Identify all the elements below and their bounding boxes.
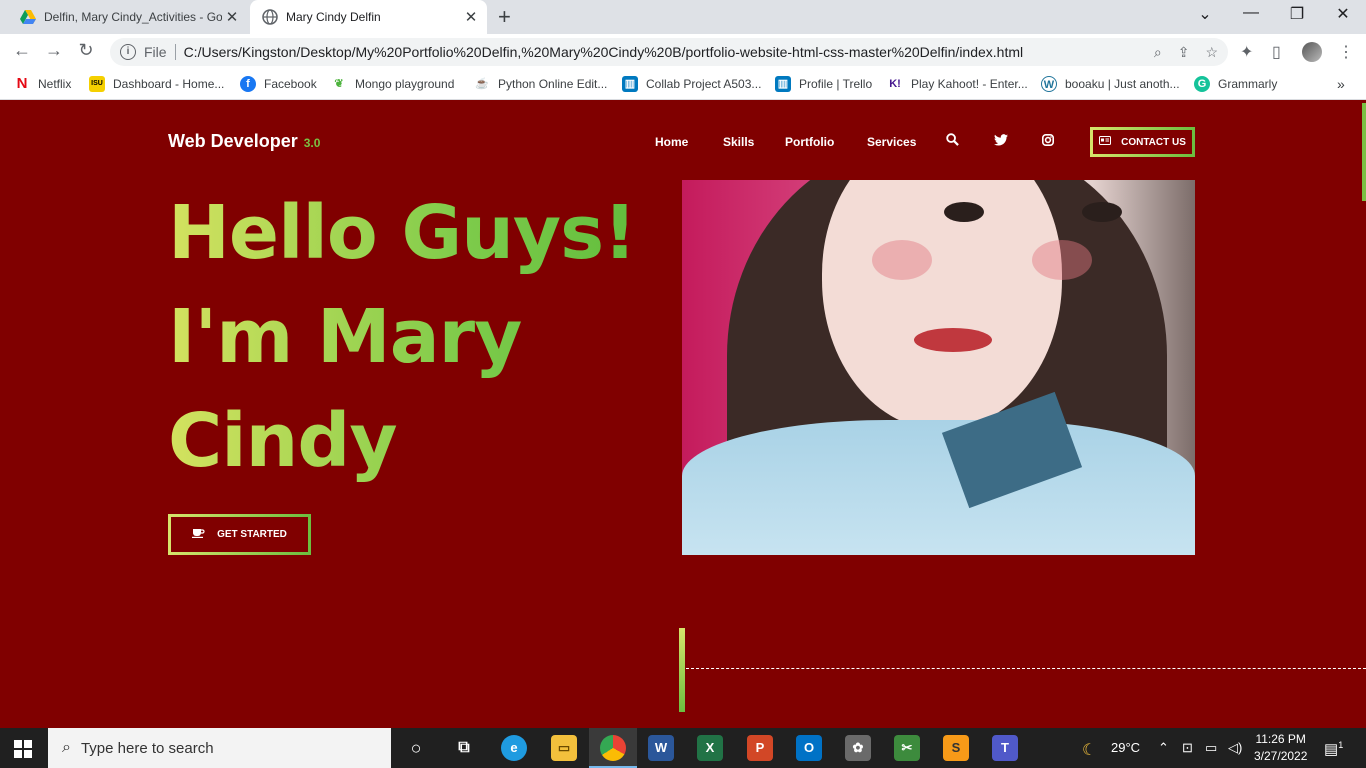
bookmark-trello[interactable]: ▥ Profile | Trello <box>775 76 872 92</box>
clock-date: 3/27/2022 <box>1254 749 1308 763</box>
clock-time: 11:26 PM <box>1255 732 1306 746</box>
more-bookmarks-icon[interactable]: » <box>1337 76 1345 92</box>
get-started-button[interactable]: GET STARTED <box>168 514 311 555</box>
edge-icon[interactable]: e <box>501 735 527 761</box>
id-card-icon <box>1099 136 1112 148</box>
extensions-icon[interactable]: ✦ <box>1240 42 1253 62</box>
excel-icon[interactable]: X <box>697 735 723 761</box>
powerpoint-icon[interactable]: P <box>747 735 773 761</box>
mongo-icon: ❦ <box>331 76 347 92</box>
contact-us-button[interactable]: CONTACT US <box>1090 127 1195 157</box>
weather-temp[interactable]: 29°C <box>1111 740 1140 755</box>
portfolio-page: Web Developer 3.0 Home Skills Portfolio S… <box>0 103 1366 728</box>
instagram-icon[interactable] <box>1042 133 1054 149</box>
coffee-icon <box>192 528 205 541</box>
decorative-bar <box>679 628 685 712</box>
nav-portfolio[interactable]: Portfolio <box>785 135 834 149</box>
kahoot-icon: K! <box>887 76 903 92</box>
reload-icon[interactable]: ↻ <box>74 40 98 61</box>
forward-icon[interactable]: → <box>42 40 66 61</box>
show-hidden-icons-icon[interactable]: ⌃ <box>1158 740 1169 756</box>
teams-icon[interactable]: T <box>992 735 1018 761</box>
file-explorer-icon[interactable]: ▭ <box>551 735 577 761</box>
logo-version: 3.0 <box>303 136 321 150</box>
facebook-icon: f <box>240 76 256 92</box>
cortana-icon[interactable]: ○ <box>403 735 429 761</box>
windows-start-icon[interactable] <box>14 740 32 758</box>
nav-home[interactable]: Home <box>655 135 688 149</box>
scheme-label: File <box>144 44 167 60</box>
weather-icon: ☾ <box>1082 742 1097 759</box>
bookmark-dashboard[interactable]: ISU Dashboard - Home... <box>89 76 224 92</box>
zoom-icon[interactable]: ⌕ <box>1154 44 1162 61</box>
task-view-icon[interactable]: ⧉ <box>451 735 477 761</box>
close-tab-icon[interactable]: ✕ <box>222 8 242 26</box>
netflix-icon: N <box>14 76 30 92</box>
nav-skills[interactable]: Skills <box>723 135 754 149</box>
bookmark-collab[interactable]: ▥ Collab Project A503... <box>622 76 761 92</box>
search-icon: ⌕ <box>62 739 71 756</box>
scrollbar[interactable] <box>1362 103 1366 201</box>
minimize-button[interactable]: — <box>1239 4 1263 22</box>
bookmark-booaku[interactable]: Wbooaku | Just anoth... <box>1041 76 1180 92</box>
trello-icon: ▥ <box>775 76 791 92</box>
address-bar[interactable]: i File C:/Users/Kingston/Desktop/My%20Po… <box>110 38 1228 66</box>
search-icon[interactable] <box>946 133 959 149</box>
bookmark-netflix[interactable]: N Netflix <box>14 76 71 92</box>
notification-count: 1 <box>1338 740 1344 750</box>
tab-search-icon[interactable]: ⌄ <box>1193 4 1217 24</box>
system-clock[interactable]: 11:26 PM 3/27/2022 <box>1254 731 1307 765</box>
new-tab-button[interactable]: + <box>498 5 511 29</box>
hero-line: Cindy <box>168 398 397 484</box>
google-drive-icon <box>20 9 36 25</box>
profile-photo <box>682 180 1195 555</box>
network-icon[interactable]: ⊡ <box>1182 740 1193 756</box>
twitter-icon[interactable] <box>994 133 1008 149</box>
url-text[interactable]: C:/Users/Kingston/Desktop/My%20Portfolio… <box>184 44 1024 60</box>
tab-portfolio[interactable]: Mary Cindy Delfin ✕ <box>250 0 487 34</box>
bookmark-mongo[interactable]: ❦ Mongo playground <box>331 76 454 92</box>
snipping-tool-icon[interactable]: ✂ <box>894 735 920 761</box>
tab-title: Delfin, Mary Cindy_Activities - Go <box>44 10 222 24</box>
trello-icon: ▥ <box>622 76 638 92</box>
tab-activities[interactable]: Delfin, Mary Cindy_Activities - Go ✕ <box>8 0 248 34</box>
bookmark-star-icon[interactable]: ☆ <box>1205 44 1218 61</box>
share-icon[interactable]: ⇪ <box>1178 44 1190 61</box>
outlook-icon[interactable]: O <box>796 735 822 761</box>
site-logo[interactable]: Web Developer 3.0 <box>168 131 320 152</box>
notifications-icon[interactable]: ▤1 <box>1324 740 1343 758</box>
sublime-text-icon[interactable]: S <box>943 735 969 761</box>
paint-icon[interactable]: ✿ <box>845 735 871 761</box>
hero-heading: Hello Guys! I'm Mary Cindy <box>168 181 668 493</box>
wordpress-icon: W <box>1041 76 1057 92</box>
side-panel-icon[interactable]: ▯ <box>1272 42 1281 62</box>
bookmark-python[interactable]: ☕ Python Online Edit... <box>474 76 607 92</box>
restore-button[interactable]: ❐ <box>1285 4 1309 24</box>
menu-icon[interactable]: ⋮ <box>1338 42 1354 62</box>
globe-icon <box>262 9 278 25</box>
divider <box>174 44 176 60</box>
close-window-button[interactable]: ✕ <box>1331 4 1355 24</box>
word-icon[interactable]: W <box>648 735 674 761</box>
taskbar-search-box[interactable]: ⌕ Type here to search <box>48 728 391 768</box>
volume-icon[interactable]: ◁) <box>1228 740 1242 756</box>
nav-services[interactable]: Services <box>867 135 916 149</box>
grammarly-icon: G <box>1194 76 1210 92</box>
tab-title: Mary Cindy Delfin <box>286 10 381 24</box>
bookmark-grammarly[interactable]: G Grammarly <box>1194 76 1277 92</box>
dashboard-icon: ISU <box>89 76 105 92</box>
avatar[interactable] <box>1302 42 1322 62</box>
info-icon[interactable]: i <box>120 44 136 60</box>
bookmark-kahoot[interactable]: K! Play Kahoot! - Enter... <box>887 76 1028 92</box>
close-tab-icon[interactable]: ✕ <box>461 8 481 26</box>
python-icon: ☕ <box>474 76 490 92</box>
hero-line: I'm Mary <box>168 294 522 380</box>
hero-line: Hello Guys! <box>168 190 636 276</box>
dashed-divider <box>686 668 1366 669</box>
chrome-icon[interactable] <box>600 735 626 761</box>
battery-icon[interactable]: ▭ <box>1205 740 1217 756</box>
back-icon[interactable]: ← <box>10 40 34 61</box>
bookmark-facebook[interactable]: f Facebook <box>240 76 317 92</box>
